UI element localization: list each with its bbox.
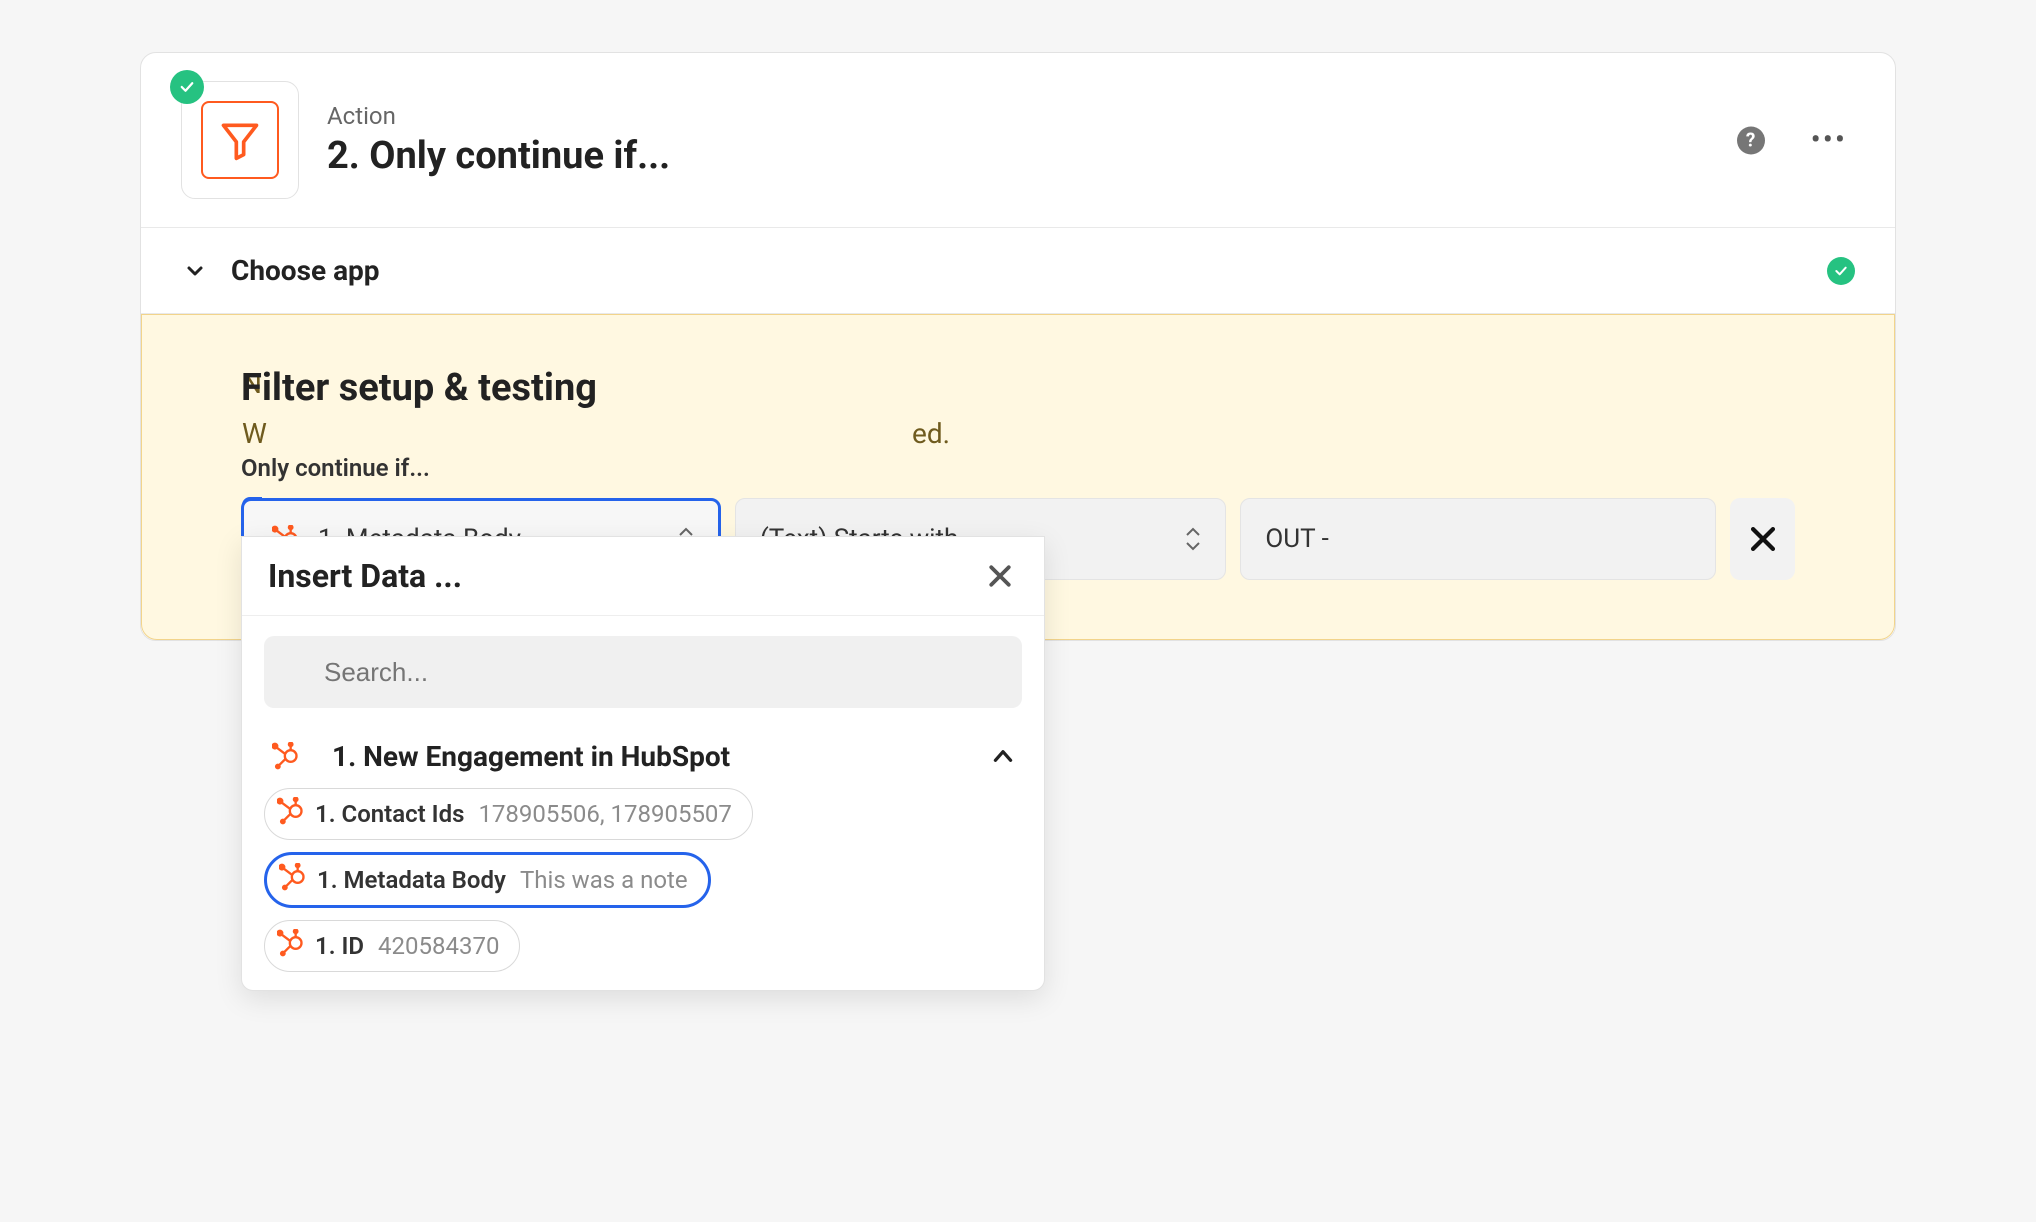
filter-value-text: OUT -: [1265, 524, 1328, 554]
content-title: Filter setup & testing: [241, 366, 1795, 410]
section-check-icon: [1827, 257, 1855, 285]
sort-icon: [1185, 527, 1201, 551]
action-card: Action 2. Only continue if... ? ••• Choo…: [140, 52, 1896, 641]
pill-label: 1. Metadata Body: [317, 866, 506, 894]
hubspot-icon: [277, 929, 305, 963]
card-header: Action 2. Only continue if... ? •••: [141, 53, 1895, 228]
group-title: 1. New Engagement in HubSpot: [332, 740, 730, 773]
data-pill[interactable]: 1. Contact Ids 178905506, 178905507: [264, 788, 753, 840]
pill-label: 1. ID: [315, 932, 364, 960]
section-title: Choose app: [231, 254, 380, 287]
hubspot-icon: [277, 797, 305, 831]
step-icon-box: [181, 81, 299, 199]
pill-label: 1. Contact Ids: [315, 800, 464, 828]
help-icon[interactable]: ?: [1737, 126, 1765, 154]
close-icon[interactable]: [982, 558, 1018, 594]
dropdown-title: Insert Data ...: [268, 557, 462, 595]
filter-value-input[interactable]: OUT -: [1240, 498, 1716, 580]
data-pill[interactable]: 1. ID 420584370: [264, 920, 520, 972]
content-area: N W ed. Filter setup & testing Only cont…: [141, 314, 1895, 640]
step-check-badge: [170, 70, 204, 104]
choose-app-section[interactable]: Choose app: [141, 228, 1895, 314]
condition-label: Only continue if...: [241, 454, 1795, 482]
pill-value: 178905506, 178905507: [478, 800, 731, 828]
pill-value: 420584370: [378, 932, 499, 960]
hubspot-icon: [268, 738, 304, 774]
step-label: Action: [327, 102, 670, 130]
data-pill[interactable]: 1. Metadata Body This was a note: [264, 852, 711, 908]
insert-data-dropdown: Insert Data ...: [241, 536, 1045, 991]
chevron-down-icon: [181, 257, 209, 285]
pill-value: This was a note: [520, 866, 688, 894]
delete-condition-button[interactable]: [1730, 498, 1795, 580]
filter-icon: [201, 101, 279, 179]
more-icon[interactable]: •••: [1811, 123, 1847, 158]
data-pills: 1. Contact Ids 178905506, 178905507 1. M…: [242, 788, 1044, 972]
step-title: 2. Only continue if...: [327, 134, 670, 178]
data-group-header[interactable]: 1. New Engagement in HubSpot: [242, 724, 1044, 788]
search-input[interactable]: [264, 636, 1022, 708]
hubspot-icon: [279, 863, 307, 897]
chevron-up-icon: [988, 741, 1018, 771]
